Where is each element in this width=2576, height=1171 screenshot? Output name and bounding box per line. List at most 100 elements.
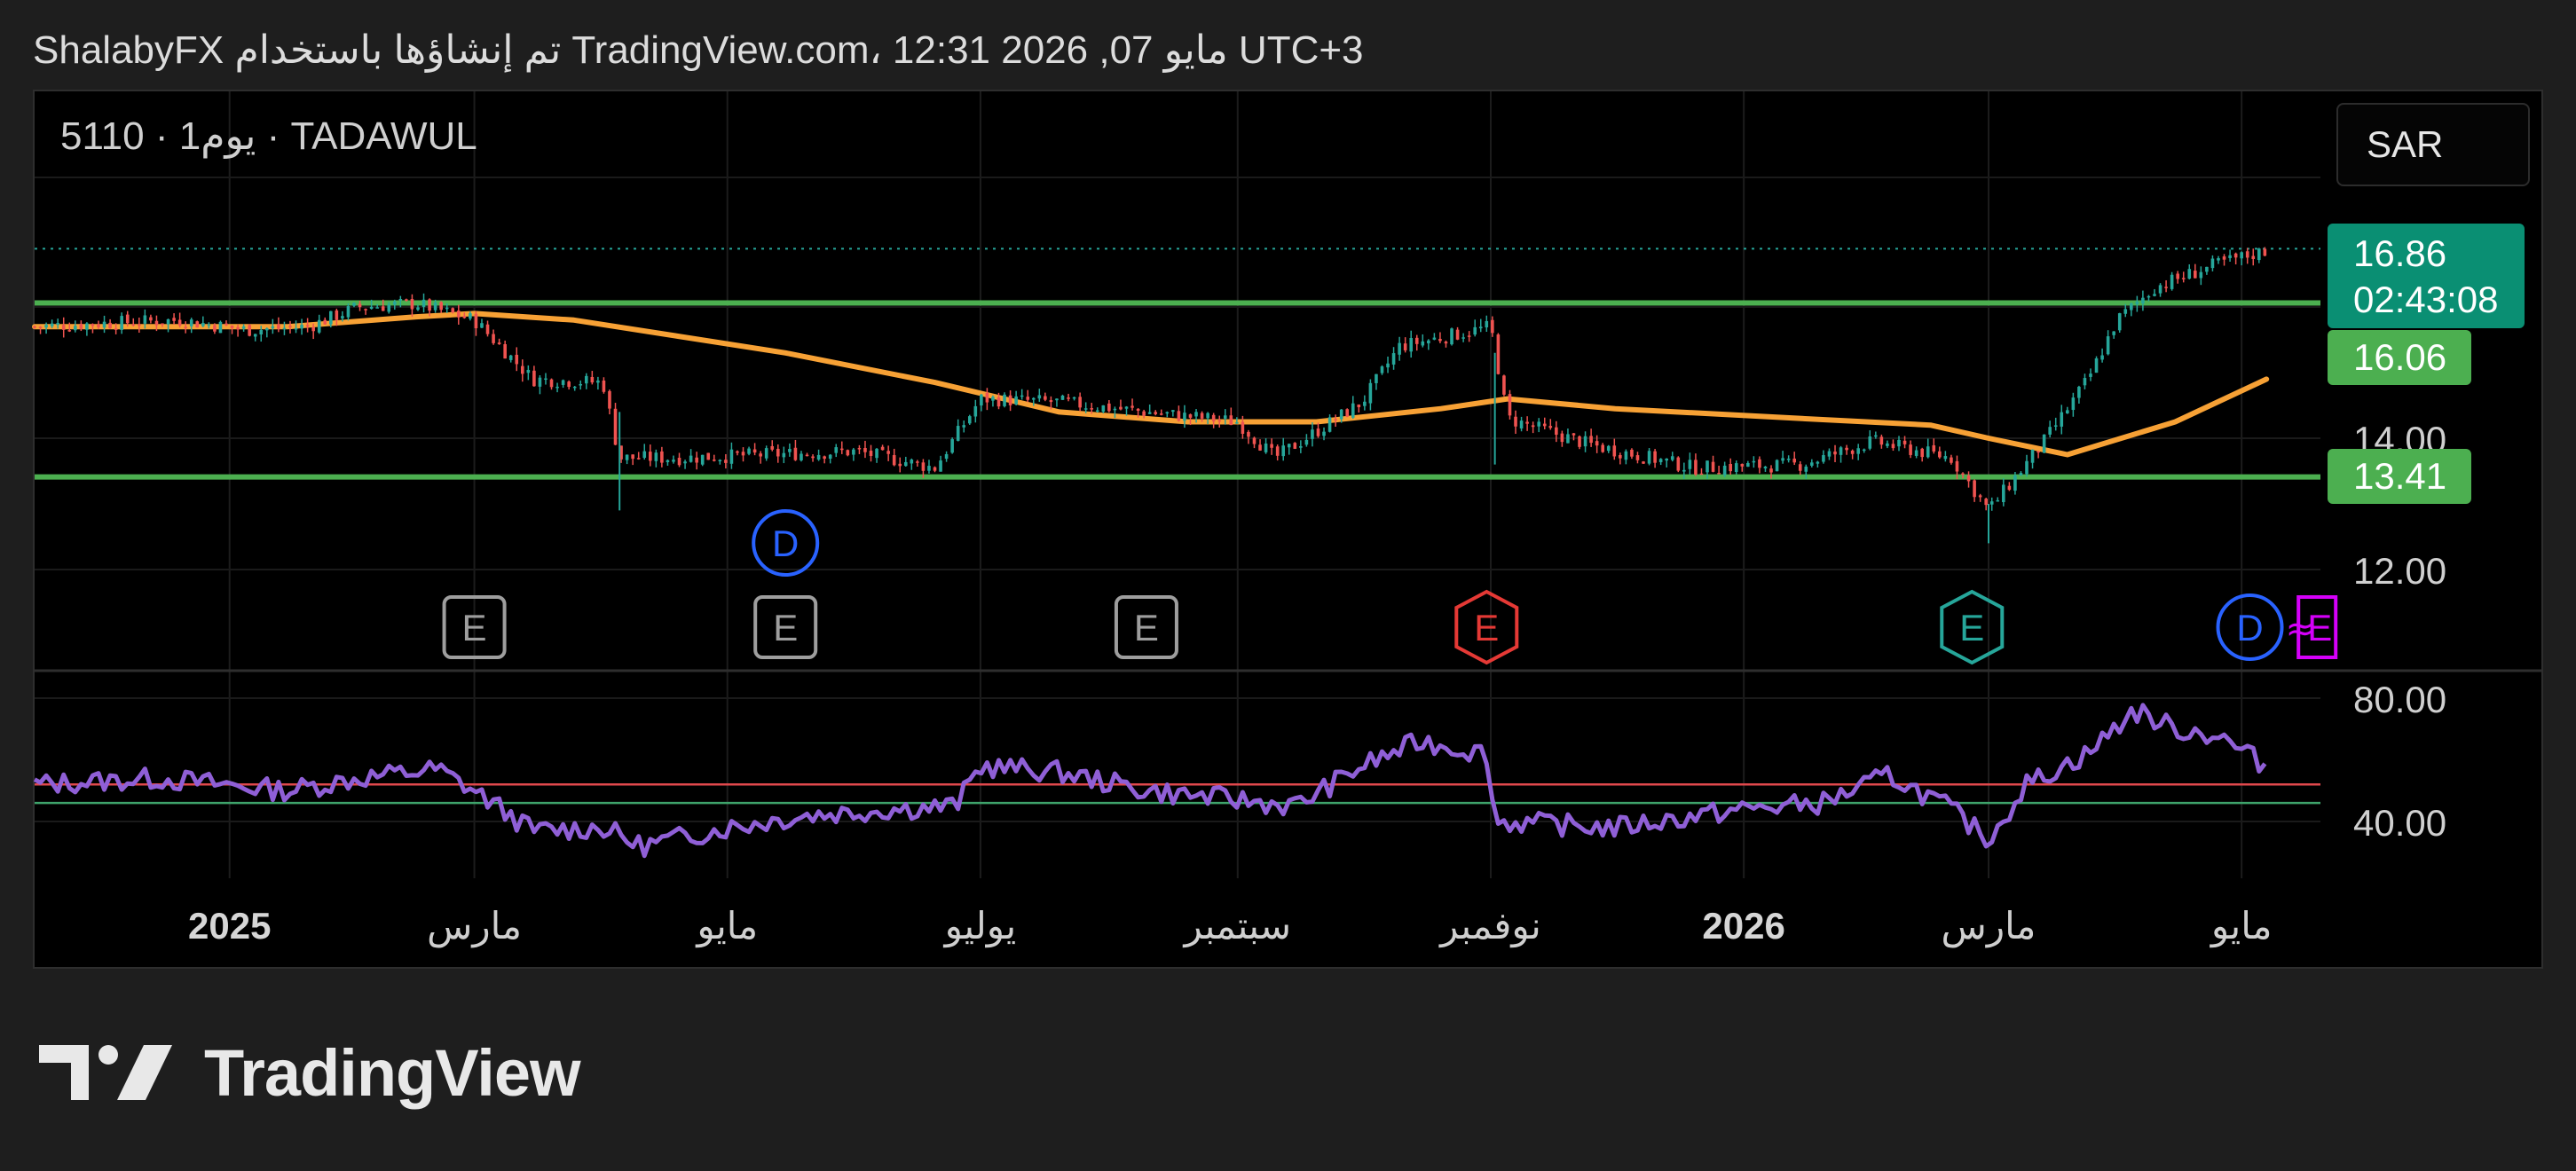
candlestick (1932, 438, 1936, 454)
candlestick (1862, 448, 1866, 453)
current-price-value: 16.86 (2353, 232, 2446, 274)
candlestick (927, 460, 931, 474)
candle-body (980, 394, 983, 406)
candlestick (863, 440, 867, 459)
candle-body (956, 426, 960, 441)
candle-body (1229, 415, 1233, 426)
candle-body (1159, 413, 1163, 415)
candlestick (2123, 303, 2128, 318)
candlestick (567, 380, 571, 390)
candle-body (1694, 460, 1698, 475)
candlestick (1368, 379, 1373, 411)
candlestick (973, 399, 978, 423)
candlestick (846, 449, 850, 457)
candle-body (149, 317, 153, 321)
candlestick (1060, 394, 1065, 400)
candle-body (1339, 409, 1343, 420)
candle-body (1973, 480, 1976, 498)
candle-body (800, 453, 803, 460)
candle-body (56, 323, 59, 326)
candle-body (2042, 434, 2046, 453)
candlestick (1304, 434, 1309, 447)
candlesticks (33, 247, 2267, 544)
candle-body (1003, 394, 1006, 406)
candle-body (1311, 429, 1314, 439)
candlestick (712, 454, 716, 462)
candle-body (2060, 412, 2064, 427)
candlestick (1014, 390, 1018, 405)
candlestick (1560, 430, 1564, 447)
candle-body (2141, 297, 2145, 303)
candlestick (2094, 356, 2099, 373)
candle-body (1351, 403, 1355, 418)
candle-body (991, 397, 995, 401)
candle-body (2117, 313, 2122, 331)
candle-body (1612, 445, 1617, 457)
candlestick (323, 317, 327, 325)
candlestick (2077, 385, 2081, 404)
candlestick (1926, 438, 1930, 459)
candle-body (1653, 451, 1657, 463)
candle-body (311, 326, 315, 332)
candle-body (1531, 425, 1535, 428)
candlestick (1909, 440, 1912, 459)
candlestick (1067, 393, 1070, 402)
candlestick (1375, 373, 1378, 390)
candle-body (271, 326, 275, 329)
candlestick (1247, 429, 1250, 444)
candlestick (869, 444, 873, 462)
candlestick (1107, 399, 1111, 413)
candle-body (1165, 412, 1170, 414)
candle-body (985, 392, 989, 403)
candle-body (33, 326, 36, 328)
current-price-label: 16.86 02:43:08 (2328, 224, 2525, 328)
candlestick (1635, 452, 1640, 464)
candlestick (282, 321, 287, 335)
candlestick (1078, 392, 1082, 412)
candlestick (1496, 333, 1501, 375)
candle-body (2199, 271, 2203, 279)
candlestick (1345, 408, 1350, 418)
candle-body (38, 326, 43, 328)
candlestick (1630, 448, 1634, 460)
rsi-pane (33, 697, 2320, 859)
candlestick (1658, 458, 1663, 466)
candle-body (2025, 460, 2029, 475)
candle-body (456, 310, 461, 318)
candlestick (1299, 440, 1303, 453)
candle-body (2002, 484, 2005, 502)
candle-body (2194, 271, 2197, 279)
candle-body (2158, 285, 2162, 294)
candle-body (1984, 499, 1988, 506)
candle-body (1827, 451, 1832, 457)
candlestick (875, 448, 878, 463)
candlestick (1711, 455, 1715, 473)
candle-body (405, 299, 408, 301)
candle-body (950, 439, 954, 453)
candlestick (677, 452, 681, 468)
candle-body (364, 309, 367, 310)
candlestick (2036, 451, 2040, 459)
tradingview-logo[interactable]: TradingView (39, 1034, 581, 1111)
candle-body (1856, 448, 1860, 454)
candlestick (706, 452, 711, 460)
candle-body (1729, 464, 1732, 472)
candlestick (1891, 439, 1895, 452)
candle-body (2007, 485, 2012, 491)
candle-body (544, 378, 547, 381)
chart-canvas[interactable]: E E E E EDD E≈ 2025 مارس مايو يوليو سبتمبر نوفمبر 2… (0, 0, 2576, 1171)
currency-button[interactable]: SAR (2336, 103, 2530, 186)
candle-body (1078, 397, 1082, 408)
candlestick (741, 447, 745, 462)
candlestick (1943, 451, 1948, 462)
candlestick (2164, 279, 2168, 293)
candlestick (1026, 389, 1030, 403)
candle-body (672, 460, 675, 462)
candlestick (967, 414, 972, 425)
candlestick (253, 334, 257, 342)
candle-body (74, 326, 77, 331)
candle-body (253, 334, 257, 337)
candle-body (1798, 464, 1802, 471)
grid-lines (35, 91, 2320, 878)
bar-countdown: 02:43:08 (2353, 279, 2499, 320)
